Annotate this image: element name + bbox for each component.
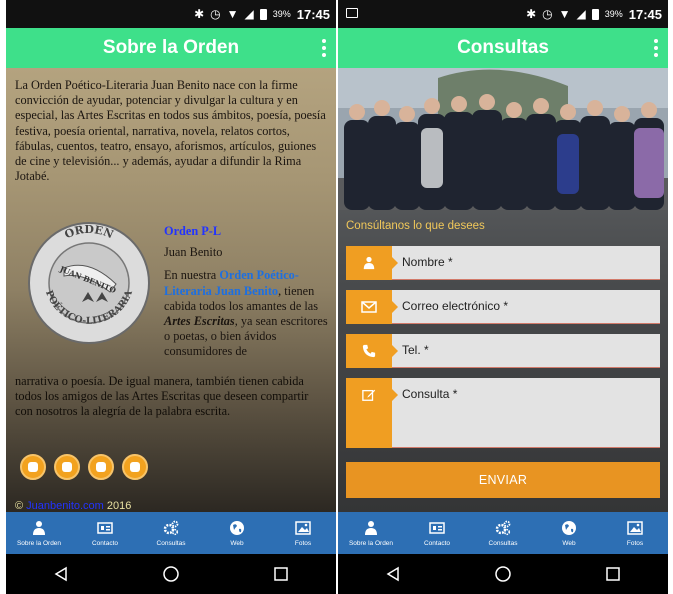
bottom-tab-bar: Sobre la Orden Contacto Consultas Web Fo…: [6, 512, 336, 554]
tab-web[interactable]: Web: [539, 512, 599, 554]
globe-icon: [562, 520, 576, 535]
skype-icon[interactable]: [122, 454, 148, 480]
app-bar: Sobre la Orden: [6, 28, 336, 68]
wifi-icon: ▼: [226, 7, 239, 21]
image-icon: [627, 520, 643, 535]
copyright: © Juanbenito.com 2016: [15, 500, 132, 512]
clock: 17:45: [296, 6, 330, 22]
phone-field[interactable]: Tel. *: [346, 334, 660, 368]
alarm-icon: ◷: [542, 7, 553, 21]
tab-sobre-la-orden[interactable]: Sobre la Orden: [341, 512, 401, 554]
system-nav-bar: [338, 554, 668, 594]
person-icon: [365, 520, 377, 535]
web-share-icon[interactable]: [20, 454, 46, 480]
gears-icon: [495, 520, 511, 535]
phone-icon[interactable]: [88, 454, 114, 480]
name-field[interactable]: Nombre *: [346, 246, 660, 280]
clock: 17:45: [628, 6, 662, 22]
back-icon[interactable]: [41, 554, 81, 594]
envelope-icon: [346, 290, 398, 324]
tab-sobre-la-orden[interactable]: Sobre la Orden: [9, 512, 69, 554]
phone-placeholder: Tel. *: [402, 343, 429, 357]
system-nav-bar: [6, 554, 336, 594]
page-title: Sobre la Orden: [102, 37, 240, 58]
home-icon[interactable]: [151, 554, 191, 594]
battery-percent: 39%: [272, 9, 291, 19]
tab-consultas[interactable]: Consultas: [141, 512, 201, 554]
form-title: Consúltanos lo que desees: [346, 220, 485, 232]
tab-fotos[interactable]: Fotos: [273, 512, 333, 554]
signal-icon: ◢: [244, 7, 254, 21]
send-button[interactable]: ENVIAR: [346, 462, 660, 498]
contact-card-icon: [429, 521, 445, 534]
intro-paragraph: La Orden Poético-Literaria Juan Benito n…: [15, 78, 326, 184]
bluetooth-icon: ✱: [526, 7, 537, 21]
app-bar: Consultas: [338, 28, 668, 68]
bottom-tab-bar: Sobre la Orden Contacto Consultas Web Fo…: [338, 512, 668, 554]
status-bar: ✱ ◷ ▼ ◢ 39% 17:45: [338, 0, 668, 28]
phone-icon: [346, 334, 398, 368]
battery-icon: [259, 8, 267, 20]
order-seal-logo: ORDEN JUAN BENITO POÉTICO-LITERARIA: [28, 222, 150, 344]
overflow-menu-icon[interactable]: [654, 39, 658, 57]
tab-consultas[interactable]: Consultas: [473, 512, 533, 554]
email-icon[interactable]: [54, 454, 80, 480]
wifi-icon: ▼: [558, 7, 571, 21]
tab-contacto[interactable]: Contacto: [75, 512, 135, 554]
home-icon[interactable]: [483, 554, 523, 594]
image-icon: [295, 520, 311, 535]
recents-icon[interactable]: [261, 554, 301, 594]
phone-screen-about: ✱ ◷ ▼ ◢ 39% 17:45 Sobre la Orden La Orde…: [6, 0, 336, 594]
tab-contacto[interactable]: Contacto: [407, 512, 467, 554]
gears-icon: [163, 520, 179, 535]
alarm-icon: ◷: [210, 7, 221, 21]
bluetooth-icon: ✱: [194, 7, 205, 21]
globe-icon: [230, 520, 244, 535]
person-icon: [346, 246, 398, 280]
status-bar: ✱ ◷ ▼ ◢ 39% 17:45: [6, 0, 336, 28]
social-buttons: [20, 454, 148, 480]
battery-percent: 39%: [604, 9, 623, 19]
recents-icon[interactable]: [593, 554, 633, 594]
person-icon: [33, 520, 45, 535]
query-icon-bar: [346, 412, 392, 448]
side-text: Orden P-L Juan Benito En nuestra Orden P…: [164, 224, 330, 360]
query-field[interactable]: Consulta *: [346, 378, 660, 448]
name-placeholder: Nombre *: [402, 255, 453, 269]
battery-icon: [591, 8, 599, 20]
email-placeholder: Correo electrónico *: [402, 299, 509, 313]
queries-content: Consúltanos lo que desees Nombre * Corre…: [338, 68, 668, 512]
page-title: Consultas: [457, 37, 549, 58]
edit-icon: [346, 378, 398, 412]
side-paragraph: En nuestra Orden Poético-Literaria Juan …: [164, 268, 328, 359]
back-icon[interactable]: [373, 554, 413, 594]
screenshot-notification-icon: [346, 8, 358, 18]
phone-screen-queries: ✱ ◷ ▼ ◢ 39% 17:45 Consultas Consúltanos …: [338, 0, 668, 594]
tab-fotos[interactable]: Fotos: [605, 512, 665, 554]
group-photo: [338, 68, 668, 210]
tab-web[interactable]: Web: [207, 512, 267, 554]
org-link[interactable]: Orden P-L: [164, 224, 330, 239]
continuation-paragraph: narrativa o poesía. De igual manera, tam…: [15, 374, 309, 419]
contact-card-icon: [97, 521, 113, 534]
website-link[interactable]: Juanbenito.com: [26, 500, 104, 512]
query-placeholder: Consulta *: [402, 387, 458, 401]
signal-icon: ◢: [576, 7, 586, 21]
org-name: Juan Benito: [164, 245, 223, 260]
about-content: La Orden Poético-Literaria Juan Benito n…: [6, 68, 336, 512]
overflow-menu-icon[interactable]: [322, 39, 326, 57]
email-field[interactable]: Correo electrónico *: [346, 290, 660, 324]
